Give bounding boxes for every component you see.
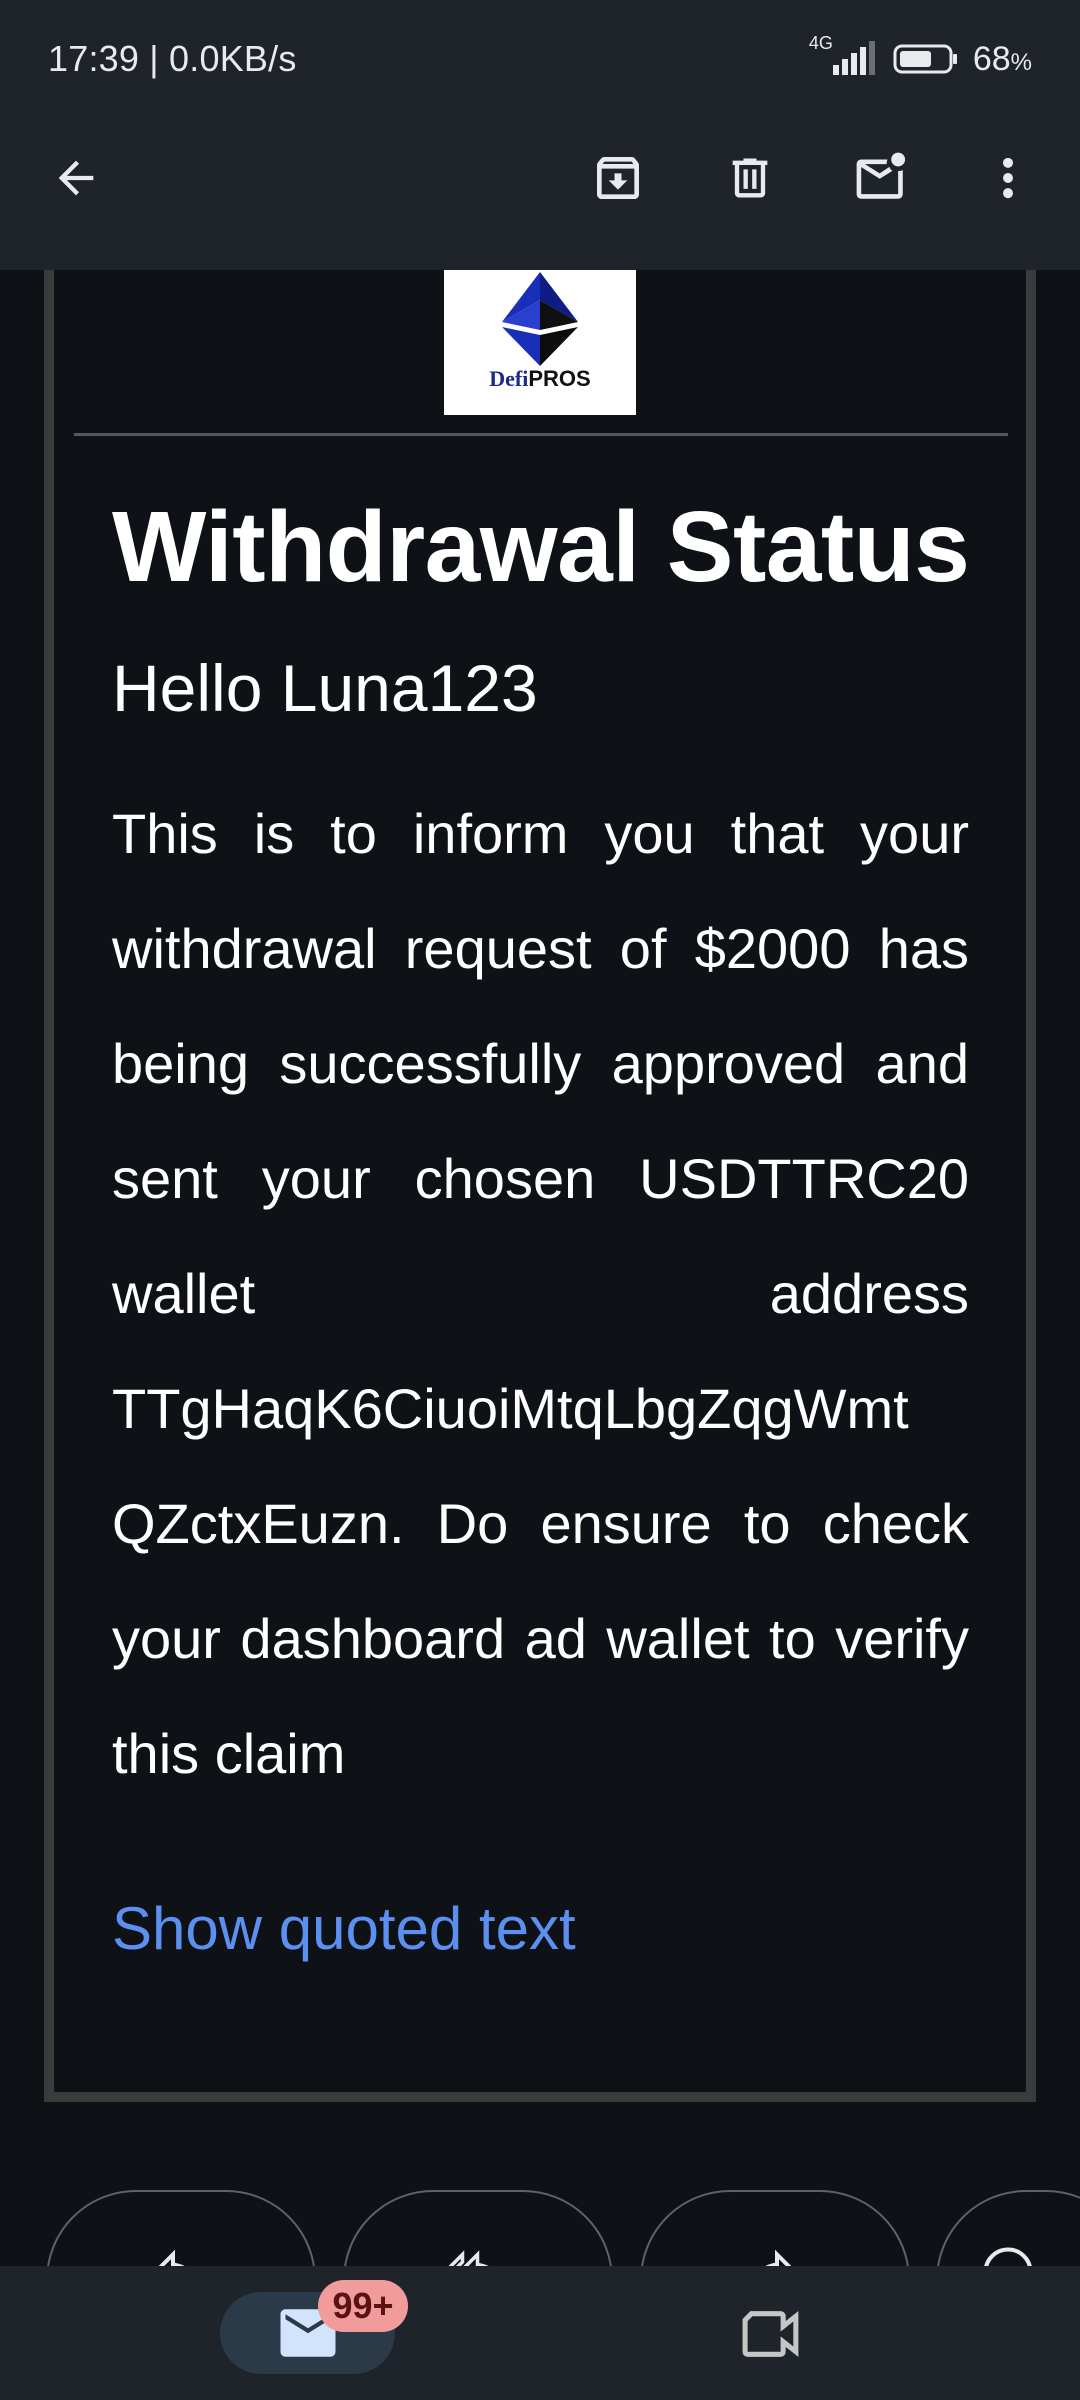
show-quoted-text-link[interactable]: Show quoted text xyxy=(112,1894,576,1963)
battery-icon xyxy=(893,43,959,75)
ethereum-diamond-icon xyxy=(502,272,578,366)
back-button[interactable] xyxy=(44,146,108,210)
logo-wordmark: DefiPROS xyxy=(444,366,636,392)
divider xyxy=(74,433,1008,436)
status-time: 17:39 | 0.0KB/s xyxy=(48,38,297,79)
status-bar: 17:39 | 0.0KB/s 4G 68% xyxy=(0,0,1080,120)
archive-button[interactable] xyxy=(586,146,650,210)
delete-button[interactable] xyxy=(718,146,782,210)
archive-icon xyxy=(597,157,639,199)
battery-percentage: 68% xyxy=(973,40,1032,79)
more-vert-icon xyxy=(1003,157,1013,199)
signal-icon: 4G xyxy=(809,33,879,79)
app-bar xyxy=(0,120,1080,270)
video-camera-icon xyxy=(742,2310,799,2358)
mark-unread-button[interactable] xyxy=(850,146,914,210)
arrow-left-icon xyxy=(58,160,94,196)
trash-icon xyxy=(732,158,768,198)
bottom-navigation xyxy=(0,2266,1080,2400)
battery-percent-sign: % xyxy=(1010,48,1032,76)
battery-percent-value: 68 xyxy=(972,39,1011,78)
mail-unread-icon xyxy=(856,152,906,199)
logo-wordmark-pros: PROS xyxy=(528,366,591,391)
defipros-logo: DefiPROS xyxy=(444,270,636,415)
email-title: Withdrawal Status xyxy=(112,491,970,603)
logo-wordmark-defi: Defi xyxy=(489,366,529,391)
more-options-button[interactable] xyxy=(976,146,1040,210)
email-greeting: Hello Luna123 xyxy=(112,651,538,725)
battery-fill xyxy=(899,51,931,67)
nav-meet-tab[interactable] xyxy=(730,2300,840,2370)
email-body-text: This is to inform you that your withdraw… xyxy=(112,802,969,1785)
unread-count-badge: 99+ xyxy=(318,2280,408,2332)
status-indicators: 4G 68% xyxy=(809,33,1032,82)
email-screen: 17:39 | 0.0KB/s 4G 68% DefiPROS Withdraw… xyxy=(0,0,1080,2400)
